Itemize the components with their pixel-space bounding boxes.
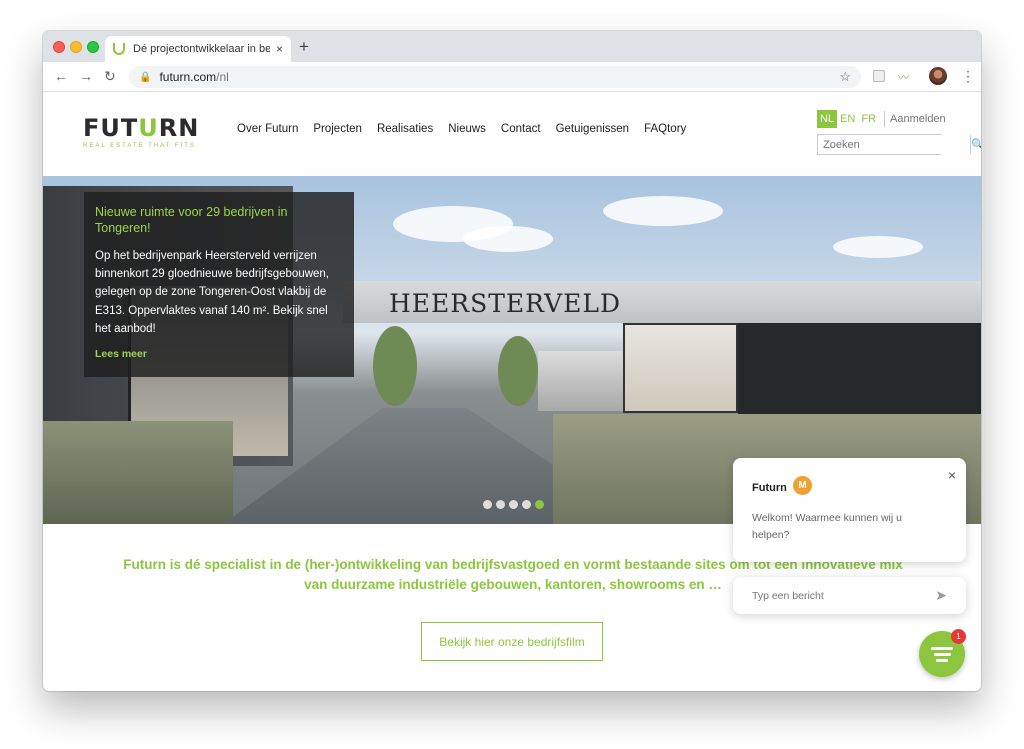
- profile-avatar[interactable]: [929, 67, 947, 85]
- chat-input-field[interactable]: Typ een bericht ➤: [733, 577, 966, 614]
- forward-icon[interactable]: →: [79, 68, 93, 84]
- chat-input-placeholder: Typ een bericht: [752, 589, 824, 602]
- menu-icon: [936, 658, 948, 662]
- chat-avatar: M: [793, 476, 812, 495]
- slider-dot[interactable]: [522, 500, 531, 509]
- lang-en[interactable]: EN: [837, 110, 858, 128]
- building-dark: [738, 323, 981, 418]
- lang-nl[interactable]: NL: [817, 110, 838, 128]
- lang-fr[interactable]: FR: [858, 110, 879, 128]
- tab-close-icon[interactable]: ×: [276, 42, 283, 56]
- nav-projecten[interactable]: Projecten: [313, 123, 362, 135]
- chat-launcher-button[interactable]: 1: [919, 629, 966, 677]
- tab-strip: Dé projectontwikkelaar in bedrijfsvastgo…: [43, 31, 981, 62]
- close-icon[interactable]: ×: [948, 467, 956, 483]
- cloud: [603, 196, 723, 226]
- extension-wifi-icon[interactable]: 〰: [898, 69, 909, 85]
- logo-tagline: REAL ESTATE THAT FITS: [83, 143, 196, 149]
- slider-dot[interactable]: [509, 500, 518, 509]
- slider-dot[interactable]: [483, 500, 492, 509]
- slider-dots: [483, 500, 544, 509]
- reload-icon[interactable]: ↻: [104, 68, 116, 85]
- main-navigation: Over Futurn Projecten Realisaties Nieuws…: [237, 123, 701, 135]
- page-content: FUTURN REAL ESTATE THAT FITS Over Futurn…: [43, 92, 981, 691]
- futurn-favicon-icon: [113, 43, 125, 55]
- menu-icon: [933, 652, 951, 656]
- nav-contact[interactable]: Contact: [501, 123, 541, 135]
- hero-caption: Nieuwe ruimte voor 29 bedrijven in Tonge…: [84, 192, 354, 377]
- notification-badge: 1: [951, 629, 966, 644]
- grass-left: [43, 421, 233, 524]
- slider-dot[interactable]: [496, 500, 505, 509]
- nav-nieuws[interactable]: Nieuws: [448, 123, 486, 135]
- building-sign: HEERSTERVELD: [389, 289, 622, 318]
- slider-dot-active[interactable]: [535, 500, 544, 509]
- minimize-window-button[interactable]: [70, 41, 82, 53]
- browser-window: Dé projectontwikkelaar in bedrijfsvastgo…: [43, 31, 981, 691]
- chat-agent-name: Futurn: [752, 482, 787, 494]
- close-window-button[interactable]: [53, 41, 65, 53]
- nav-over-futurn[interactable]: Over Futurn: [237, 123, 298, 135]
- chat-message: Welkom! Waarmee kunnen wij u helpen?: [752, 512, 902, 541]
- back-icon[interactable]: ←: [54, 68, 68, 84]
- search-icon[interactable]: 🔍: [970, 135, 981, 154]
- language-switcher: NL EN FR Aanmelden: [817, 110, 946, 128]
- new-tab-button[interactable]: +: [299, 37, 309, 57]
- maximize-window-button[interactable]: [87, 41, 99, 53]
- cloud: [463, 226, 553, 252]
- cloud: [833, 236, 923, 258]
- search-input[interactable]: [818, 135, 970, 154]
- login-link[interactable]: Aanmelden: [890, 113, 946, 125]
- building-row: [538, 351, 628, 411]
- hero-title: Nieuwe ruimte voor 29 bedrijven in Tonge…: [95, 205, 288, 236]
- lock-icon: 🔒: [139, 71, 152, 83]
- nav-faqtory[interactable]: FAQtory: [644, 123, 686, 135]
- extension-icon[interactable]: [873, 70, 885, 82]
- futurn-logo[interactable]: FUTURN REAL ESTATE THAT FITS: [83, 114, 199, 149]
- tree: [498, 336, 538, 406]
- browser-tab[interactable]: Dé projectontwikkelaar in bedrijfsvastgo…: [105, 36, 291, 62]
- building-glass: [623, 323, 738, 413]
- send-icon[interactable]: ➤: [935, 587, 947, 604]
- url-text: futurn.com/nl: [159, 70, 229, 84]
- divider: [884, 111, 886, 127]
- nav-getuigenissen[interactable]: Getuigenissen: [556, 123, 630, 135]
- nav-realisaties[interactable]: Realisaties: [377, 123, 433, 135]
- address-bar[interactable]: 🔒 futurn.com/nl ☆: [129, 66, 861, 88]
- read-more-link[interactable]: Lees meer: [95, 348, 147, 360]
- company-film-button[interactable]: Bekijk hier onze bedrijfsfilm: [421, 622, 603, 661]
- menu-icon: [931, 646, 953, 650]
- browser-toolbar: ← → ↻ 🔒 futurn.com/nl ☆ 〰 ⋮: [43, 62, 981, 92]
- tab-title: Dé projectontwikkelaar in bedrijfsvastgo…: [133, 43, 270, 55]
- tree: [373, 326, 417, 406]
- hero-body: Op het bedrijvenpark Heersterveld verrij…: [95, 249, 330, 336]
- bookmark-star-icon[interactable]: ☆: [839, 69, 851, 85]
- chat-welcome-card: Futurn M × Welkom! Waarmee kunnen wij u …: [733, 458, 966, 562]
- search-box: 🔍: [817, 134, 981, 155]
- browser-menu-icon[interactable]: ⋮: [961, 68, 975, 85]
